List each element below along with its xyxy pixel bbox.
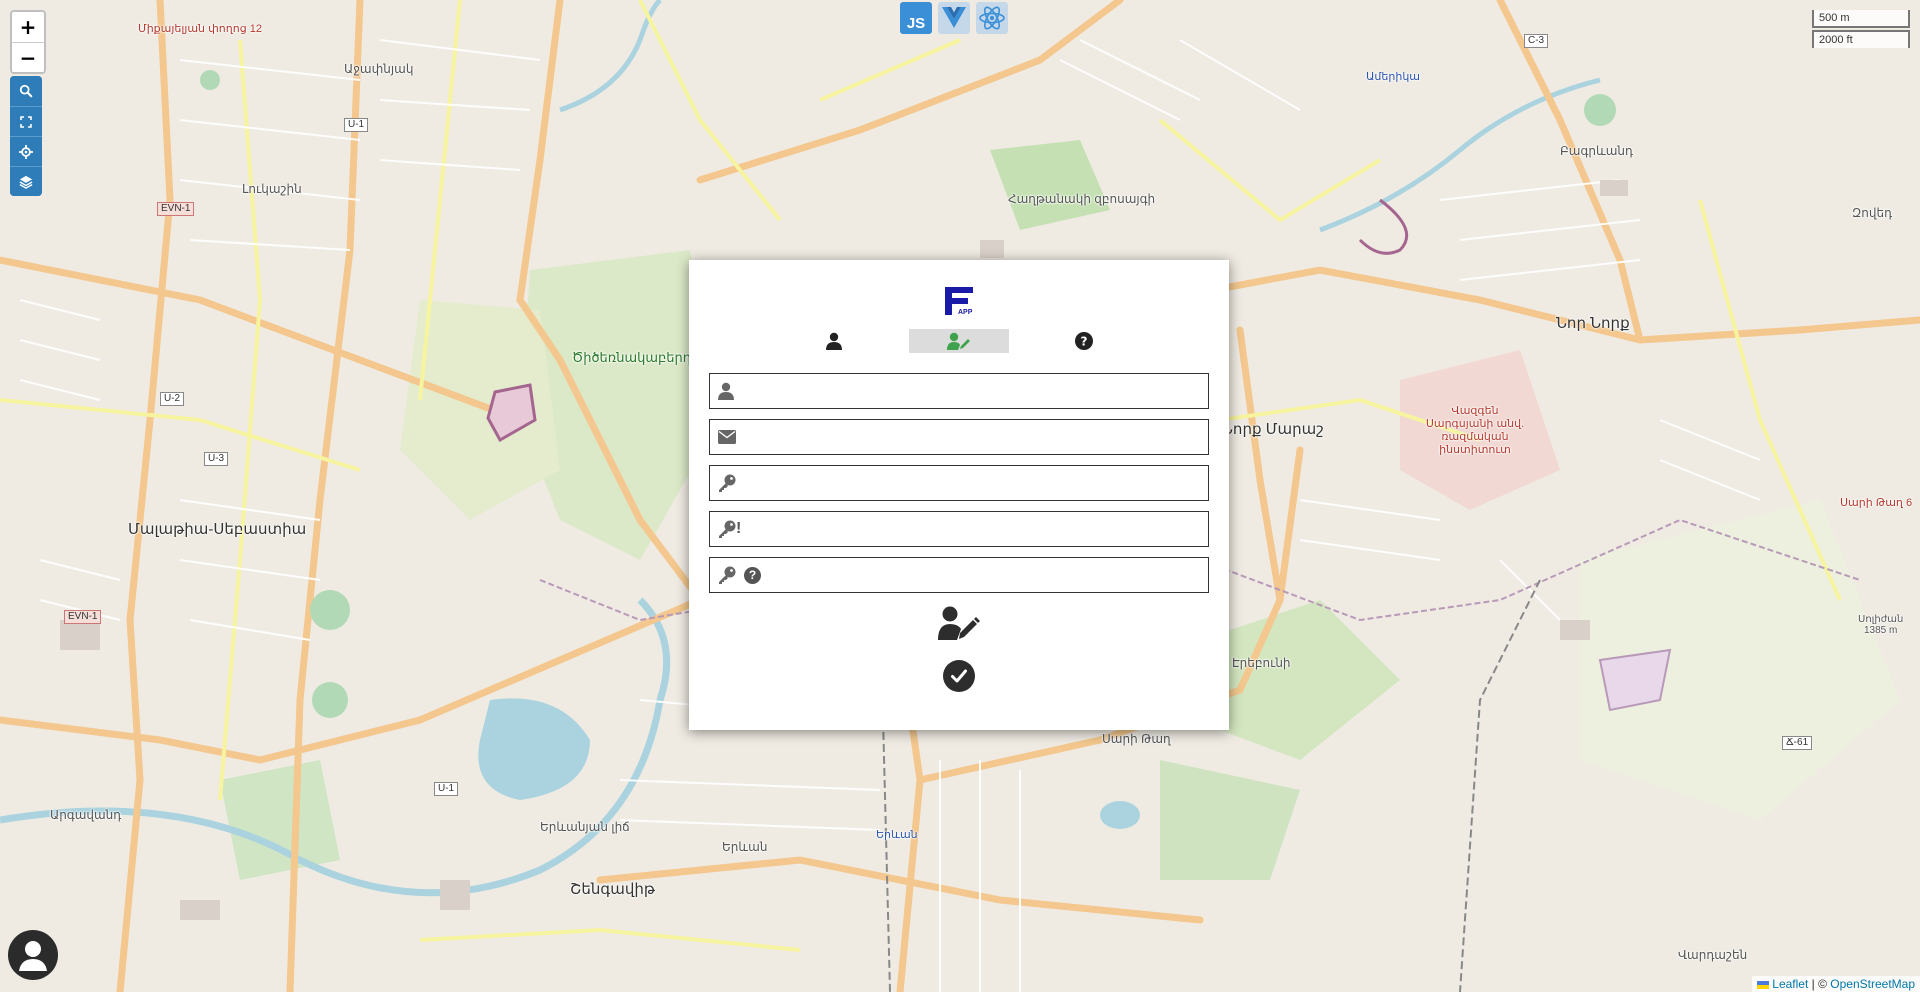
registration-modal: APP ? ! ? [689, 260, 1229, 730]
road-shield: Ճ-61 [1782, 736, 1813, 750]
leaflet-link[interactable]: Leaflet [1772, 977, 1808, 991]
map-label: Սարի Թաղ 6 [1840, 497, 1913, 509]
user-account-button[interactable] [8, 930, 58, 980]
ukraine-flag-icon [1757, 980, 1770, 989]
map-label: Ամերիկա [1366, 71, 1421, 83]
road-shield: U-1 [434, 782, 459, 796]
road-shield: EVN-1 [157, 202, 195, 216]
map-scale: 500 m 2000 ft [1812, 10, 1910, 50]
road-shield: U-2 [160, 392, 185, 406]
osm-link[interactable]: OpenStreetMap [1830, 977, 1915, 991]
register-user-icon [938, 606, 980, 645]
email-field [709, 419, 1209, 455]
tab-login[interactable] [784, 329, 884, 353]
question-circle-icon: ? [1075, 332, 1093, 350]
locate-button[interactable] [10, 136, 42, 166]
key-icon [719, 566, 736, 584]
password-input[interactable] [754, 468, 1206, 500]
map-label: Երևան [722, 840, 768, 854]
scale-metric: 500 m [1812, 10, 1910, 28]
map-label: Լուկաշին [242, 182, 302, 196]
scale-imperial: 2000 ft [1812, 30, 1910, 48]
zoom-control: + − [10, 10, 46, 74]
svg-text:APP: APP [958, 309, 973, 316]
check-icon [951, 669, 967, 683]
map-label: Նոր Նորք [1556, 315, 1630, 332]
fullscreen-icon [20, 115, 32, 128]
map-label: Երևան [876, 829, 918, 841]
confirm-password-field: ! [709, 511, 1209, 547]
password-hint-field: ? [709, 557, 1209, 593]
map-label: Բագրևանդ [1560, 144, 1633, 158]
map-label: Հաղթանակի զբոսայգի [1008, 192, 1156, 206]
map-label: Երևանյան լիճ [540, 820, 630, 834]
password-hint-input[interactable] [754, 560, 1206, 592]
map-label: Մալաթիա-Սեբաստիա [128, 521, 307, 538]
map-label: Սոլիժան 1385 m [1858, 614, 1904, 636]
app-logo: APP [944, 286, 974, 321]
user-edit-icon [938, 606, 980, 640]
map-label: Էրեբունի [1232, 656, 1291, 670]
map-label: Արգավանդ [50, 808, 122, 822]
password-field [709, 465, 1209, 501]
envelope-icon [718, 430, 736, 444]
username-field [709, 373, 1209, 409]
map-label: Վարդաշեն [1678, 948, 1748, 962]
tab-register[interactable] [909, 329, 1009, 353]
modal-tabs: ? [689, 329, 1229, 353]
road-shield: U-3 [204, 452, 229, 466]
layers-icon [19, 175, 33, 189]
username-input[interactable] [754, 376, 1206, 408]
crosshair-icon [19, 144, 33, 159]
road-shield: EVN-1 [64, 610, 102, 624]
tech-badges: JS [900, 2, 1008, 34]
zoom-out-button[interactable]: − [12, 42, 44, 72]
road-shield: U-1 [344, 118, 369, 132]
search-button[interactable] [10, 76, 42, 106]
vue-icon [938, 2, 970, 34]
tab-help[interactable]: ? [1034, 329, 1134, 353]
map-label: Նորք Մարաշ [1222, 421, 1324, 438]
user-edit-icon [947, 332, 970, 350]
zoom-in-button[interactable]: + [12, 12, 44, 42]
map-label: Աջափնյակ [344, 62, 414, 76]
map-label: Զովեդ [1852, 206, 1893, 220]
attribution-separator: | © [1808, 977, 1831, 991]
confirm-password-input[interactable] [754, 514, 1206, 546]
search-icon [19, 84, 33, 98]
layers-button[interactable] [10, 166, 42, 196]
submit-button[interactable] [943, 660, 975, 692]
map-label: Սարի Թաղ [1102, 732, 1171, 746]
key-icon [719, 474, 736, 492]
email-input[interactable] [754, 422, 1206, 454]
map-toolbar [10, 76, 42, 196]
map-label: Ծիծեռնակաբերդ [572, 350, 692, 365]
user-icon [718, 382, 734, 400]
fullscreen-button[interactable] [10, 106, 42, 136]
user-icon [826, 332, 842, 350]
svg-text:?: ? [1081, 335, 1088, 349]
map-label: Վազգեն Սարգսյանի անվ. ռազմական ինստիտուտ [1425, 405, 1525, 456]
exclamation-icon: ! [736, 520, 742, 537]
user-circle-icon [19, 941, 47, 971]
map-label: Միքայելյան փողոց 12 [138, 23, 262, 35]
road-shield: C-3 [1524, 34, 1549, 48]
map-label: Շենգավիթ [570, 881, 655, 898]
key-icon [719, 520, 736, 538]
javascript-icon: JS [900, 2, 932, 34]
react-icon [976, 2, 1008, 34]
map-attribution: Leaflet | © OpenStreetMap [1752, 976, 1920, 992]
